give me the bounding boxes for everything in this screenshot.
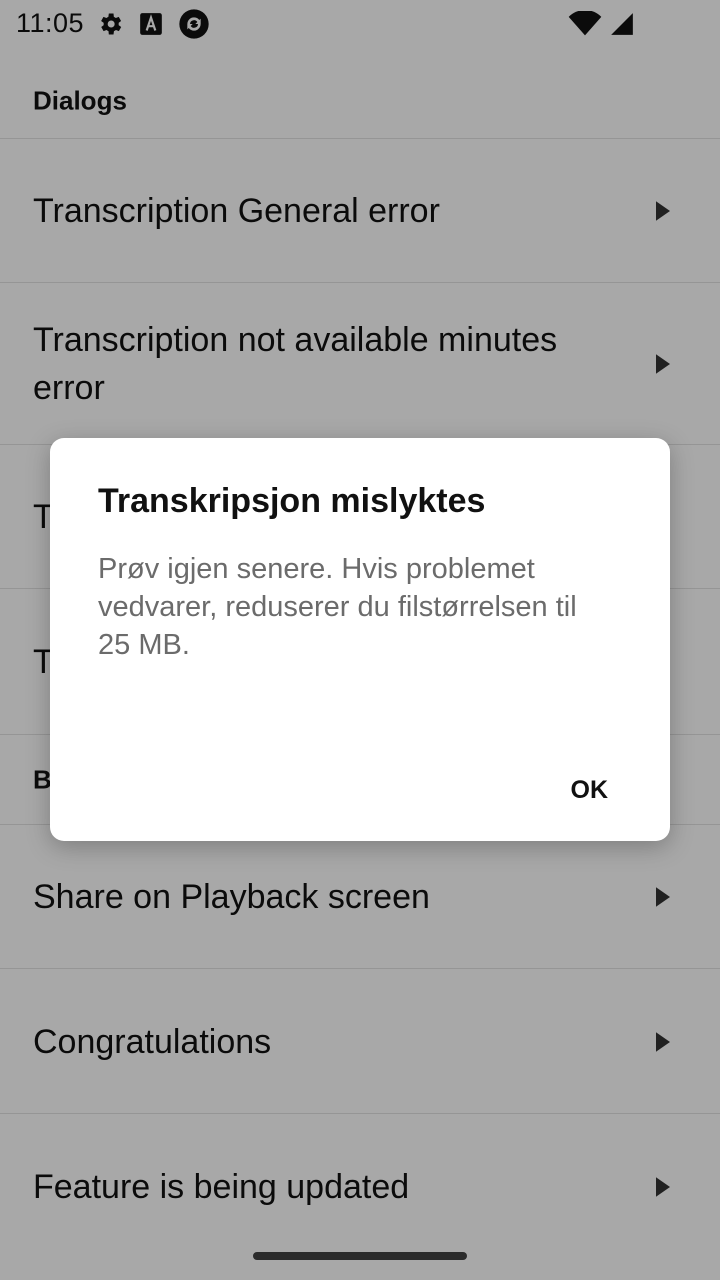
- home-indicator[interactable]: [253, 1252, 467, 1260]
- dialog-title: Transkripsjon mislyktes: [98, 482, 486, 520]
- dialog-message: Prøv igjen senere. Hvis problemet vedvar…: [98, 553, 577, 661]
- transcription-failed-dialog: Transkripsjon mislyktes Prøv igjen sener…: [50, 438, 670, 841]
- ok-button[interactable]: OK: [557, 768, 623, 813]
